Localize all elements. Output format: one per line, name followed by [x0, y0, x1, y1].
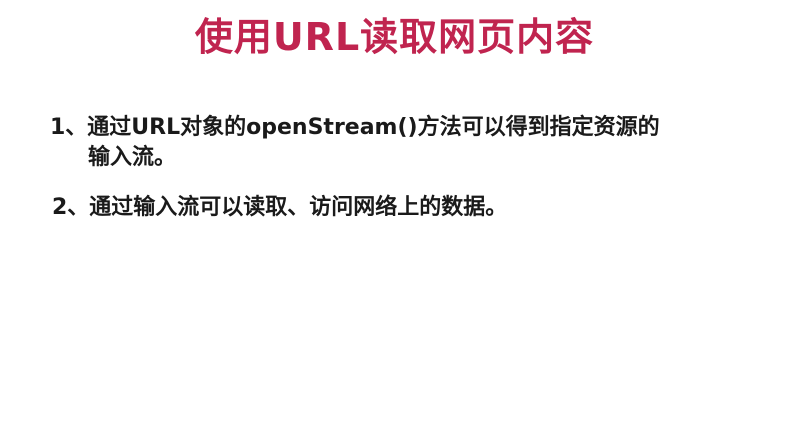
- slide: 使用URL读取网页内容 1、通过URL对象的openStream()方法可以得到…: [0, 0, 789, 422]
- bullet-point-1-continuation: 输入流。: [88, 145, 177, 170]
- bullet-point-1: 1、通过URL对象的openStream()方法可以得到指定资源的: [50, 115, 660, 140]
- slide-title: 使用URL读取网页内容: [194, 15, 595, 59]
- bullet-point-2: 2、通过输入流可以读取、访问网络上的数据。: [52, 195, 508, 220]
